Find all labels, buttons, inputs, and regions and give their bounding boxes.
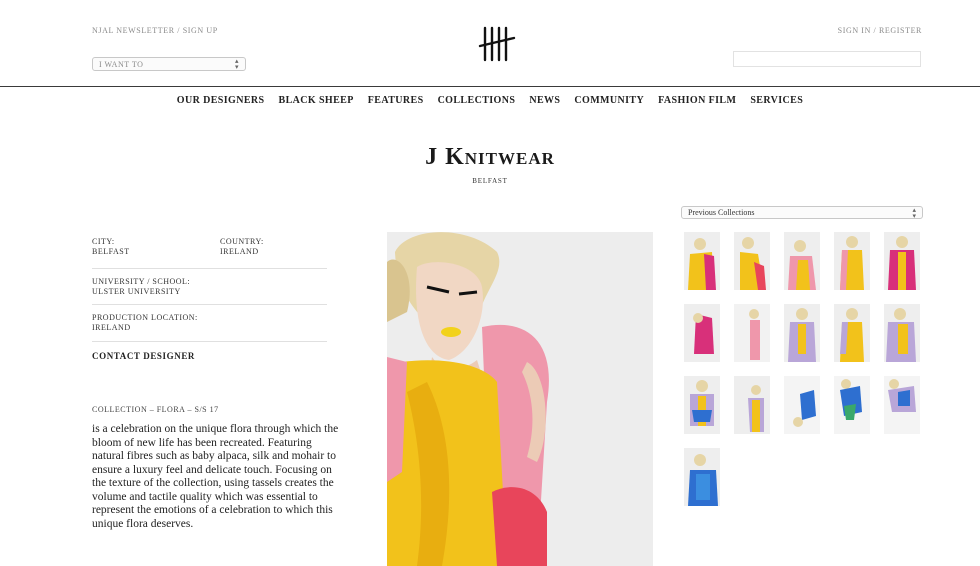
select-arrows-icon: ▴ ▾ bbox=[234, 57, 239, 71]
gallery-thumbnail[interactable] bbox=[734, 376, 770, 434]
info-divider bbox=[92, 304, 327, 305]
gallery-thumbnail[interactable] bbox=[784, 232, 820, 290]
country-field: COUNTRY: IRELAND bbox=[220, 237, 264, 257]
university-label: UNIVERSITY / SCHOOL: bbox=[92, 277, 191, 286]
gallery-thumbnail[interactable] bbox=[784, 376, 820, 434]
newsletter-signup-link[interactable]: NJAL NEWSLETTER / SIGN UP bbox=[92, 26, 218, 35]
gallery-thumbnail[interactable] bbox=[684, 376, 720, 434]
collection-description: is a celebration on the unique flora thr… bbox=[92, 423, 339, 530]
university-value: ULSTER UNIVERSITY bbox=[92, 287, 181, 296]
gallery-thumbnail[interactable] bbox=[784, 304, 820, 362]
gallery-thumbnail[interactable] bbox=[684, 448, 720, 506]
previous-collections-select[interactable]: Previous Collections ▴ ▾ bbox=[681, 206, 923, 219]
country-value: IRELAND bbox=[220, 247, 259, 256]
collection-title: COLLECTION – FLORA – S/S 17 bbox=[92, 405, 219, 414]
gallery-thumbnail[interactable] bbox=[684, 232, 720, 290]
page-subtitle: BELFAST bbox=[472, 177, 508, 185]
gallery-thumbnail[interactable] bbox=[734, 304, 770, 362]
info-divider bbox=[92, 268, 327, 269]
city-field: CITY: BELFAST bbox=[92, 237, 130, 257]
i-want-to-select[interactable]: I WANT TO ▴ ▾ bbox=[92, 57, 246, 71]
gallery-thumbnail[interactable] bbox=[834, 376, 870, 434]
nav-community[interactable]: Community bbox=[574, 95, 644, 106]
nav-news[interactable]: News bbox=[529, 95, 560, 106]
tally-hash-logo-icon[interactable] bbox=[477, 22, 517, 66]
city-value: BELFAST bbox=[92, 247, 130, 256]
nav-fashion-film[interactable]: Fashion Film bbox=[658, 95, 736, 106]
nav-our-designers[interactable]: Our Designers bbox=[177, 95, 265, 106]
nav-collections[interactable]: Collections bbox=[438, 95, 516, 106]
country-label: COUNTRY: bbox=[220, 237, 264, 246]
model-photo bbox=[387, 232, 653, 566]
gallery-thumbnail[interactable] bbox=[684, 304, 720, 362]
gallery-thumbnail[interactable] bbox=[834, 304, 870, 362]
main-collection-image[interactable] bbox=[387, 232, 653, 566]
gallery-thumbnail[interactable] bbox=[884, 304, 920, 362]
sign-in-register-link[interactable]: SIGN IN / REGISTER bbox=[838, 26, 922, 35]
i-want-to-label: I WANT TO bbox=[99, 59, 144, 69]
gallery-thumbnail[interactable] bbox=[734, 232, 770, 290]
production-field: PRODUCTION LOCATION: IRELAND bbox=[92, 313, 198, 333]
header-divider bbox=[0, 86, 980, 87]
page-title: J Knitwear bbox=[425, 144, 555, 170]
select-arrows-icon: ▴ ▾ bbox=[912, 205, 916, 220]
main-navigation: Our Designers Black Sheep Features Colle… bbox=[0, 95, 980, 106]
gallery-thumbnail[interactable] bbox=[884, 232, 920, 290]
production-value: IRELAND bbox=[92, 323, 131, 332]
university-field: UNIVERSITY / SCHOOL: ULSTER UNIVERSITY bbox=[92, 277, 190, 297]
gallery-thumbnail[interactable] bbox=[884, 376, 920, 434]
info-divider bbox=[92, 341, 327, 342]
nav-black-sheep[interactable]: Black Sheep bbox=[279, 95, 354, 106]
contact-designer-link[interactable]: CONTACT DESIGNER bbox=[92, 351, 195, 361]
production-label: PRODUCTION LOCATION: bbox=[92, 313, 198, 322]
nav-features[interactable]: Features bbox=[368, 95, 424, 106]
city-label: CITY: bbox=[92, 237, 115, 246]
gallery-thumbnail[interactable] bbox=[834, 232, 870, 290]
nav-services[interactable]: Services bbox=[750, 95, 803, 106]
previous-collections-label: Previous Collections bbox=[688, 208, 755, 217]
search-input[interactable] bbox=[733, 51, 921, 67]
